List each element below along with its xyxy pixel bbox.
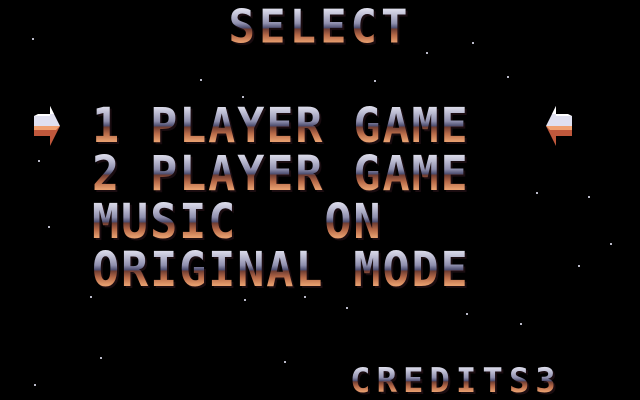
credits-counter: CREDITS3	[350, 361, 562, 400]
star	[200, 79, 202, 81]
select-screen: SELECT 1 PLAYER GAME 2 PLAYER GAME MUSIC…	[0, 0, 640, 400]
star	[426, 52, 428, 54]
star	[38, 160, 40, 162]
star	[536, 192, 538, 194]
menu-item-original-mode[interactable]: ORIGINAL MODE	[92, 246, 470, 294]
menu-item-2-player-game[interactable]: 2 PLAYER GAME	[92, 150, 470, 198]
star	[466, 313, 468, 315]
menu-item-music-toggle[interactable]: MUSIC ON	[92, 198, 382, 246]
star	[48, 226, 50, 228]
screen-title: SELECT	[0, 4, 640, 51]
star	[244, 299, 246, 301]
star	[34, 384, 36, 386]
star	[588, 196, 590, 198]
star	[520, 323, 522, 325]
star	[374, 80, 376, 82]
star	[578, 265, 580, 267]
star	[346, 307, 348, 309]
star	[100, 357, 102, 359]
arrow-left-icon	[546, 106, 572, 146]
star	[284, 361, 286, 363]
star	[507, 76, 509, 78]
arrow-right-icon	[34, 106, 60, 146]
star	[610, 243, 612, 245]
menu-item-1-player-game[interactable]: 1 PLAYER GAME	[92, 102, 470, 150]
